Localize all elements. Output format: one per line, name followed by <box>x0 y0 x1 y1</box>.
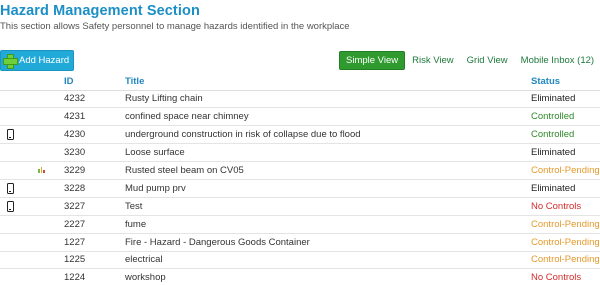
hazard-id: 2227 <box>64 215 125 234</box>
row-tag-cell <box>35 197 64 216</box>
hazard-status: No Controls <box>531 197 600 216</box>
row-icon-cell <box>0 90 35 109</box>
row-tag-cell <box>35 107 64 127</box>
hazard-id: 4232 <box>64 90 125 109</box>
view-tabs: Simple View Risk View Grid View Mobile Inbo… <box>339 50 600 71</box>
hazard-table: ID Title Status 4232 Rusty Lifting chain E… <box>0 73 600 285</box>
mobile-phone-icon <box>7 200 14 212</box>
row-icon-cell <box>0 197 35 216</box>
table-row[interactable]: 3230 Loose surface Eliminated <box>0 143 600 163</box>
row-icon-cell <box>0 107 35 127</box>
hazard-id: 3227 <box>64 197 125 216</box>
page-subtitle: This section allows Safety personnel to … <box>0 21 350 32</box>
hazard-status: Control-Pending <box>531 251 600 270</box>
add-hazard-label: Add Hazard <box>19 55 70 66</box>
hazard-id: 1227 <box>64 233 125 252</box>
tab-mobile-inbox-12[interactable]: Mobile Inbox (12) <box>515 51 600 70</box>
bar-chart-icon <box>38 167 45 174</box>
hazard-status: Control-Pending <box>531 215 600 234</box>
hazard-title[interactable]: fume <box>125 215 531 234</box>
plus-icon <box>3 54 18 69</box>
table-row[interactable]: 4231 confined space near chimney Controlle… <box>0 107 600 127</box>
hazard-status: No Controls <box>531 268 600 285</box>
hazard-id: 3229 <box>64 161 125 180</box>
table-row[interactable]: 3228 Mud pump prv Eliminated <box>0 179 600 198</box>
hazard-id: 3230 <box>64 143 125 163</box>
table-row[interactable]: 4230 underground construction in risk of … <box>0 125 600 145</box>
row-icon-cell <box>0 161 35 180</box>
row-tag-cell <box>35 215 64 234</box>
hazard-status: Eliminated <box>531 90 600 109</box>
table-row[interactable]: 3227 Test No Controls <box>0 197 600 216</box>
row-tag-cell <box>35 268 64 285</box>
page-header: Hazard Management Section This section a… <box>0 2 350 33</box>
hazard-title[interactable]: Rusty Lifting chain <box>125 90 531 109</box>
row-icon-cell <box>0 268 35 285</box>
page-title: Hazard Management Section <box>0 3 200 19</box>
row-tag-cell <box>35 125 64 145</box>
mobile-phone-icon <box>7 129 14 141</box>
row-tag-cell <box>35 179 64 198</box>
hazard-id: 4230 <box>64 125 125 145</box>
hazard-title[interactable]: Loose surface <box>125 143 531 163</box>
row-icon-cell <box>0 179 35 198</box>
row-tag-cell <box>35 143 64 163</box>
hazard-title[interactable]: Mud pump prv <box>125 179 531 198</box>
toolbar: Add Hazard Simple View Risk View Grid View… <box>0 50 600 71</box>
row-icon-cell <box>0 215 35 234</box>
hazard-status: Control-Pending <box>531 233 600 252</box>
table-row[interactable]: 1225 electrical Control-Pending <box>0 251 600 270</box>
hazard-id: 1224 <box>64 268 125 285</box>
column-header-tag <box>35 73 64 91</box>
column-header-status[interactable]: Status <box>531 73 600 91</box>
hazard-title[interactable]: underground construction in risk of coll… <box>125 125 531 145</box>
hazard-title[interactable]: electrical <box>125 251 531 270</box>
hazard-title[interactable]: Test <box>125 197 531 216</box>
row-icon-cell <box>0 143 35 163</box>
hazard-id: 1225 <box>64 251 125 270</box>
add-hazard-button[interactable]: Add Hazard <box>0 50 74 71</box>
hazard-title[interactable]: Fire - Hazard - Dangerous Goods Containe… <box>125 233 531 252</box>
hazard-status: Eliminated <box>531 179 600 198</box>
table-row[interactable]: 3229 Rusted steel beam on CV05 Control-Pen… <box>0 161 600 180</box>
hazard-status: Eliminated <box>531 143 600 163</box>
hazard-title[interactable]: confined space near chimney <box>125 107 531 127</box>
hazard-status: Control-Pending <box>531 161 600 180</box>
table-row[interactable]: 1227 Fire - Hazard - Dangerous Goods Cont… <box>0 233 600 252</box>
row-icon-cell <box>0 251 35 270</box>
table-header-row: ID Title Status <box>0 73 600 91</box>
row-icon-cell <box>0 125 35 145</box>
column-header-icon <box>0 73 35 91</box>
row-tag-cell <box>35 233 64 252</box>
table-row[interactable]: 2227 fume Control-Pending <box>0 215 600 234</box>
row-icon-cell <box>0 233 35 252</box>
hazard-title[interactable]: Rusted steel beam on CV05 <box>125 161 531 180</box>
row-tag-cell <box>35 90 64 109</box>
tab-simple-view[interactable]: Simple View <box>339 51 406 70</box>
hazard-status: Controlled <box>531 107 600 127</box>
hazard-title[interactable]: workshop <box>125 268 531 285</box>
hazard-status: Controlled <box>531 125 600 145</box>
row-tag-cell <box>35 251 64 270</box>
tab-grid-view[interactable]: Grid View <box>461 51 514 70</box>
mobile-phone-icon <box>7 182 14 194</box>
table-row[interactable]: 1224 workshop No Controls <box>0 268 600 285</box>
column-header-title[interactable]: Title <box>125 73 531 91</box>
column-header-id[interactable]: ID <box>64 73 125 91</box>
row-tag-cell <box>35 161 64 180</box>
hazard-id: 3228 <box>64 179 125 198</box>
tab-risk-view[interactable]: Risk View <box>406 51 460 70</box>
hazard-id: 4231 <box>64 107 125 127</box>
table-row[interactable]: 4232 Rusty Lifting chain Eliminated <box>0 90 600 109</box>
